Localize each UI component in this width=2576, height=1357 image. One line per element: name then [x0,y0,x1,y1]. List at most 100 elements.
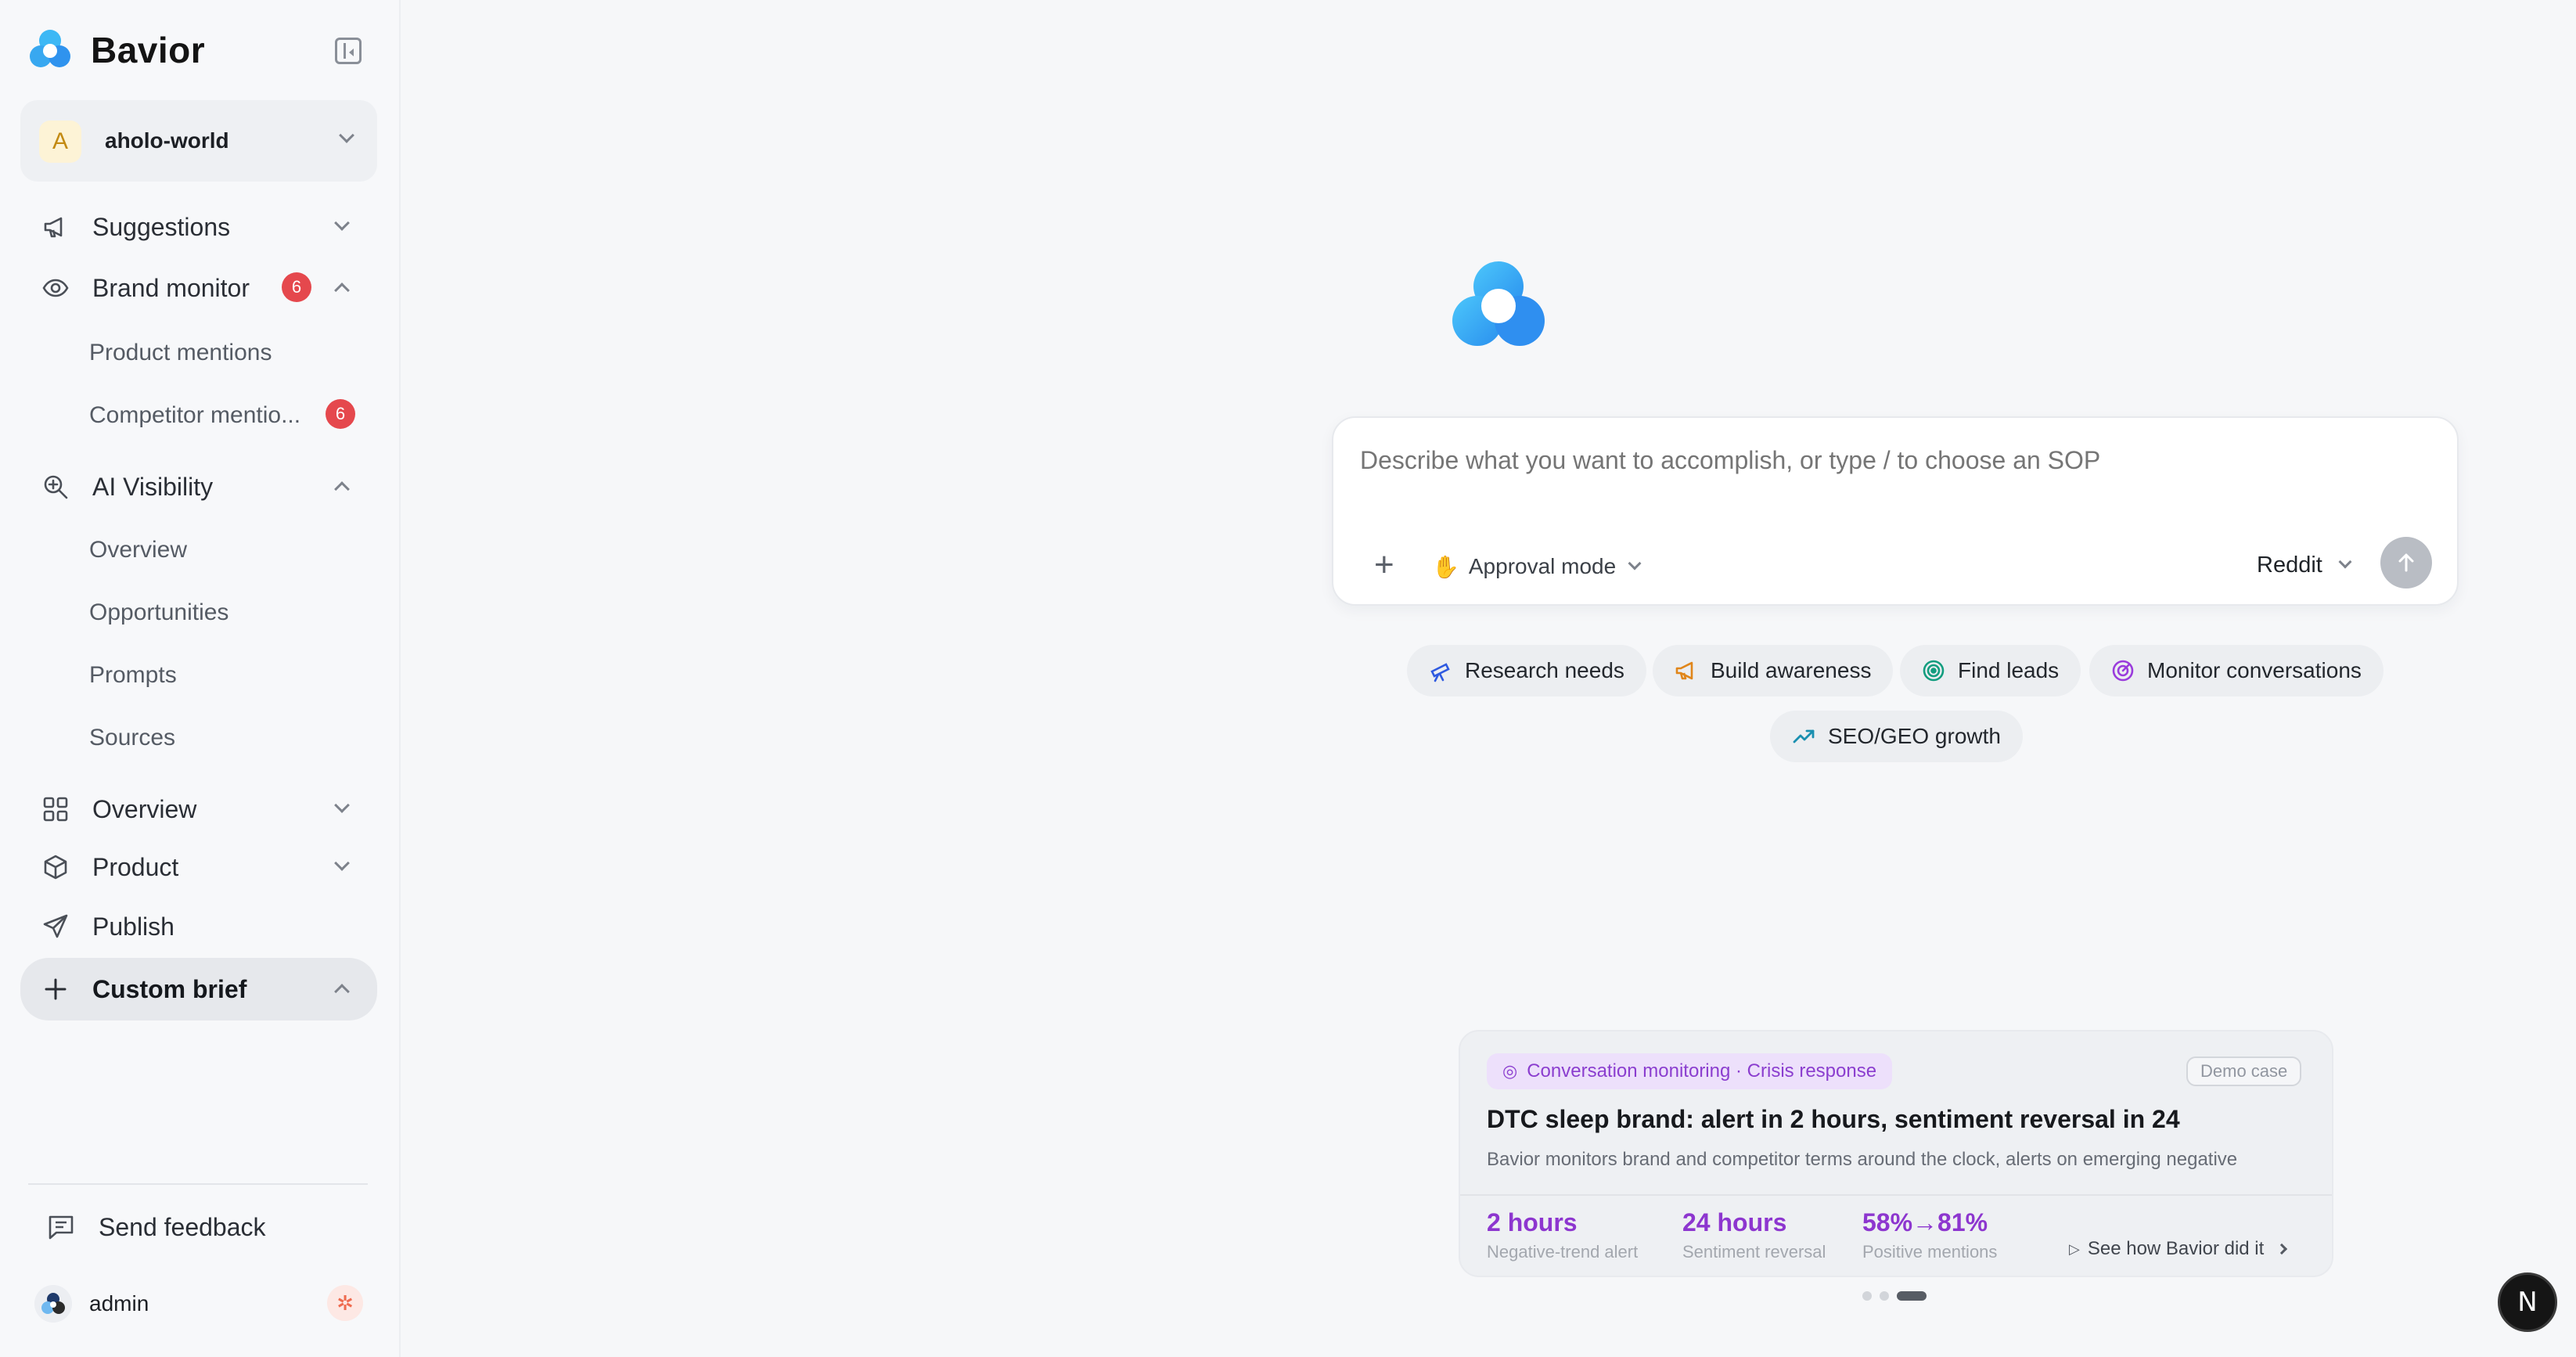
send-plane-icon [43,914,68,938]
chip-seo-geo-growth[interactable]: SEO/GEO growth [1770,711,2023,762]
megaphone-icon [1675,661,1693,680]
chevron-up-icon [334,283,350,298]
stat-value: 2 hours [1487,1208,1578,1236]
sidebar-item-product[interactable]: Product [20,839,377,894]
add-attachment-icon[interactable]: + [1374,548,1394,582]
eye-icon [42,279,69,297]
case-stat: 24 hours Sentiment reversal [1682,1208,1826,1262]
chip-find-leads[interactable]: Find leads [1900,645,2081,696]
message-square-icon [49,1215,74,1240]
sidebar-item-brand-monitor[interactable]: Brand monitor 6 [20,260,377,315]
sidebar-collapse-icon[interactable] [335,38,362,64]
chevron-up-icon [334,984,350,999]
chevron-down-icon [2338,555,2352,569]
carousel-dot[interactable] [1862,1291,1872,1301]
search-zoom-icon [44,475,68,499]
nextjs-dev-indicator-icon[interactable]: N [2498,1272,2557,1332]
sidebar-item-label: Overview [92,795,197,823]
sidebar-item-competitor-mentions[interactable]: Competitor mentio... [89,402,300,429]
approval-mode-dropdown[interactable]: ✋ Approval mode [1432,551,1642,582]
chevron-up-icon [334,481,350,497]
chip-label: Monitor conversations [2147,658,2362,682]
stat-value: 24 hours [1682,1208,1787,1236]
plus-icon [45,978,67,1000]
carousel-dot[interactable] [1880,1291,1889,1301]
chip-build-awareness[interactable]: Build awareness [1653,645,1894,696]
sidebar-item-suggestions[interactable]: Suggestions [20,199,377,254]
sidebar-item-sources[interactable]: Sources [89,725,175,751]
sidebar-item-ai-visibility[interactable]: AI Visibility [20,459,377,513]
case-description: Bavior monitors brand and competitor ter… [1487,1149,2238,1170]
workspace-name: aholo-world [105,128,229,153]
sidebar: Bavior A aholo-world Suggestions Brand m… [0,0,401,1357]
stat-value: 58%→81% [1862,1208,1988,1236]
prompt-composer: + ✋ Approval mode Reddit [1332,416,2459,606]
bavior-logo-icon [30,30,70,67]
demo-case-badge: Demo case [2186,1056,2302,1086]
case-stat: 2 hours Negative-trend alert [1487,1208,1638,1262]
chevron-down-icon [334,215,350,231]
workspace-switcher[interactable]: A aholo-world [20,100,377,182]
see-how-label: See how Bavior did it [2087,1238,2265,1259]
megaphone-icon [44,217,63,238]
sidebar-item-label: Brand monitor [92,274,250,302]
hand-icon: ✋ [1432,554,1459,579]
chip-label: Research needs [1465,658,1624,682]
trend-up-icon [1793,729,1815,743]
main-content: + ✋ Approval mode Reddit Research needs … [402,0,2576,1357]
sidebar-item-overview[interactable]: Overview [20,781,377,836]
workspace-avatar: A [39,121,81,163]
radar-icon: ◎ [1502,1061,1518,1081]
chevron-down-icon [334,797,350,813]
sidebar-item-label: AI Visibility [92,473,214,501]
sidebar-item-opportunities[interactable]: Opportunities [89,599,228,626]
stat-label: Sentiment reversal [1682,1242,1826,1262]
case-divider [1460,1194,2332,1196]
send-feedback-button[interactable]: Send feedback [47,1211,266,1243]
demo-case-card[interactable]: ◎ Conversation monitoring · Crisis respo… [1459,1030,2333,1277]
chevron-right-icon [2276,1243,2288,1255]
sidebar-item-label: Product [92,853,179,881]
chevron-down-icon [1628,556,1642,571]
chip-monitor-conversations[interactable]: Monitor conversations [2089,645,2384,696]
stat-label: Positive mentions [1862,1242,1998,1262]
case-title: DTC sleep brand: alert in 2 hours, senti… [1487,1105,2180,1133]
chip-label: Find leads [1958,658,2060,682]
sidebar-item-ai-overview[interactable]: Overview [89,537,187,563]
chevron-down-icon [339,128,354,143]
sidebar-item-label: Suggestions [92,213,231,241]
approval-mode-label: Approval mode [1468,554,1617,578]
chip-label: SEO/GEO growth [1828,724,2001,748]
sidebar-item-label: Custom brief [92,975,247,1003]
radar-icon [2112,660,2134,682]
chevron-down-icon [334,855,350,871]
stat-label: Negative-trend alert [1487,1242,1639,1262]
sidebar-item-product-mentions[interactable]: Product mentions [89,340,272,366]
carousel-dots [1862,1291,1927,1301]
sparkle-icon[interactable]: ✲ [327,1285,363,1321]
platform-select[interactable]: Reddit [2257,553,2322,578]
chip-research-needs[interactable]: Research needs [1407,645,1646,696]
competitor-mentions-count-badge: 6 [326,399,355,429]
see-how-link[interactable]: ▷ See how Bavior did it [2069,1238,2288,1260]
sidebar-item-label: Publish [92,912,174,941]
sidebar-divider [28,1183,368,1185]
box-icon [44,855,67,880]
sidebar-item-prompts[interactable]: Prompts [89,662,177,689]
play-icon: ▷ [2069,1240,2080,1257]
target-icon [1923,660,1945,682]
grid-icon [43,797,68,822]
prompt-input[interactable] [1360,446,2377,475]
sidebar-item-custom-brief[interactable]: Custom brief [20,958,377,1020]
carousel-dot-active[interactable] [1897,1291,1927,1301]
brand-monitor-count-badge: 6 [282,272,311,302]
user-avatar[interactable] [34,1285,72,1323]
chip-label: Build awareness [1711,658,1872,682]
sidebar-item-publish[interactable]: Publish [20,898,377,953]
user-name[interactable]: admin [89,1291,149,1316]
case-stat: 58%→81% Positive mentions [1862,1208,1997,1262]
bavior-hero-logo-icon [1452,261,1545,346]
send-feedback-label: Send feedback [99,1213,266,1241]
send-button[interactable] [2380,537,2432,589]
brand[interactable]: Bavior [27,27,205,74]
